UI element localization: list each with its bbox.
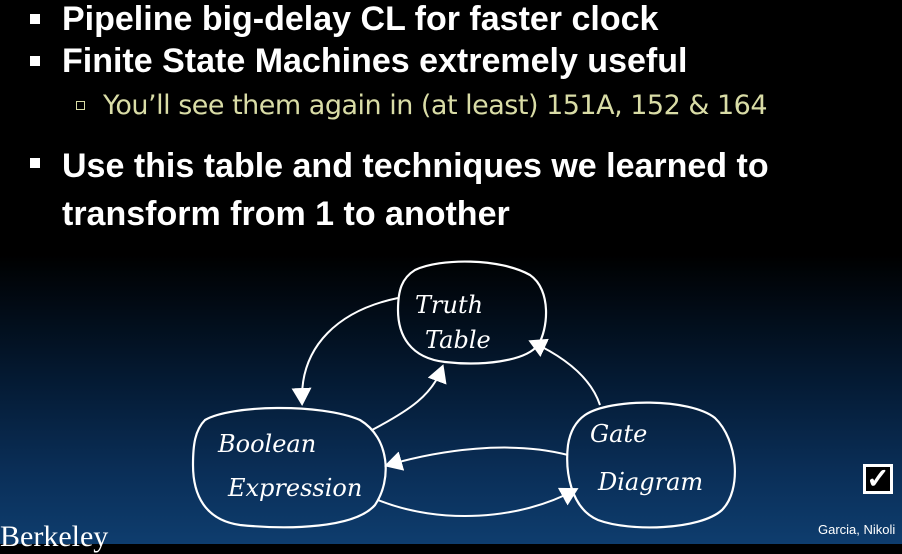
boolean-expression-label-line2: Expression <box>227 474 362 502</box>
arrow-boolean-to-gate <box>377 487 579 517</box>
footer-logo: Berkeley <box>0 520 109 553</box>
boolean-expression-node <box>191 406 387 529</box>
arrow-truth-to-boolean <box>291 297 399 406</box>
arrow-gate-to-boolean <box>384 446 569 471</box>
check-box-icon: ✓ <box>863 464 893 494</box>
boolean-expression-label-line1: Boolean <box>217 430 316 458</box>
arrow-gate-to-truth <box>528 338 601 406</box>
gate-diagram-label-line2: Diagram <box>597 468 703 496</box>
truth-table-label-line2: Table <box>425 326 491 354</box>
arrow-boolean-to-truth <box>371 364 447 431</box>
representation-diagram: Truth Table Boolean Expression Gate Diag… <box>191 260 736 529</box>
footer-author: Garcia, Nikoli <box>818 522 896 537</box>
gate-diagram-label-line1: Gate <box>590 420 647 448</box>
truth-table-label-line1: Truth <box>415 291 483 319</box>
